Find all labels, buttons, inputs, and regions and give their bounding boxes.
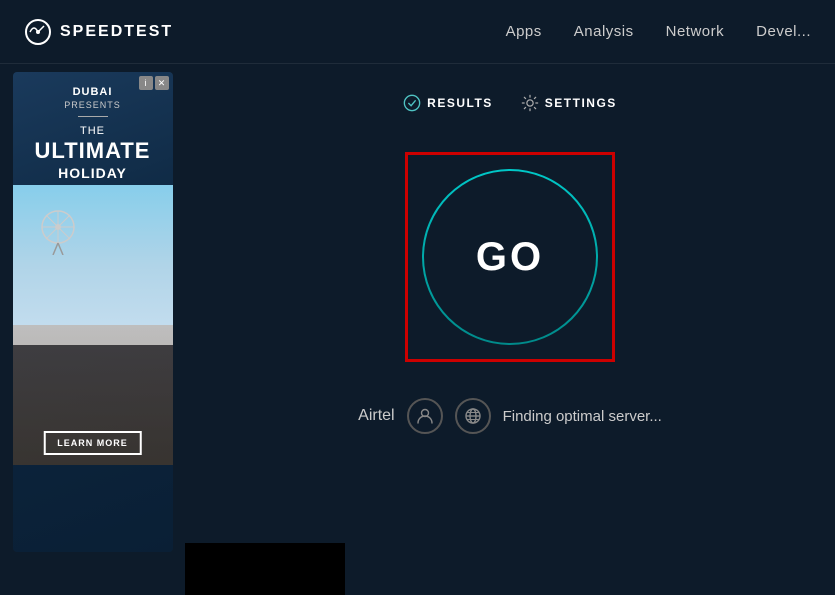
settings-tab[interactable]: SETTINGS xyxy=(521,94,617,112)
logo-text: SPEEDTEST xyxy=(60,23,173,41)
person-icon xyxy=(416,407,434,425)
main-content: i ✕ DUBAI PRESENTS THE ULTIMATE HOLIDAY xyxy=(0,64,835,595)
ad-badge: i ✕ xyxy=(139,76,169,90)
nav-apps[interactable]: Apps xyxy=(506,23,542,40)
ad-divider xyxy=(78,116,108,117)
speedtest-main: RESULTS SETTINGS GO Airtel xyxy=(185,64,835,595)
ad-headline2: HOLIDAY xyxy=(25,165,161,181)
go-button-outline: GO xyxy=(405,152,615,362)
globe-icon[interactable] xyxy=(455,398,491,434)
ferris-wheel-icon xyxy=(33,205,83,255)
results-tab-label: RESULTS xyxy=(427,96,493,110)
ad-learn-more-button[interactable]: LEARN MORE xyxy=(43,431,142,455)
settings-tab-label: SETTINGS xyxy=(545,96,617,110)
nav-analysis[interactable]: Analysis xyxy=(574,23,634,40)
user-icon[interactable] xyxy=(407,398,443,434)
nav-network[interactable]: Network xyxy=(666,23,725,40)
ad-info-icon[interactable]: i xyxy=(139,76,153,90)
ad-banner[interactable]: i ✕ DUBAI PRESENTS THE ULTIMATE HOLIDAY xyxy=(13,72,173,552)
results-tab[interactable]: RESULTS xyxy=(403,94,493,112)
logo: SPEEDTEST xyxy=(24,18,173,46)
status-text: Finding optimal server... xyxy=(503,408,662,425)
globe-icon-svg xyxy=(464,407,482,425)
ad-headline1: ULTIMATE xyxy=(25,139,161,163)
go-button[interactable]: GO xyxy=(422,169,598,345)
status-bar: Airtel Finding optimal server... xyxy=(358,398,662,434)
ad-image: LEARN MORE xyxy=(13,185,173,465)
ad-close-icon[interactable]: ✕ xyxy=(155,76,169,90)
nav-develop[interactable]: Devel... xyxy=(756,23,811,40)
ad-sidebar: i ✕ DUBAI PRESENTS THE ULTIMATE HOLIDAY xyxy=(0,64,185,595)
ad-presents: PRESENTS xyxy=(25,100,161,110)
header: SPEEDTEST Apps Analysis Network Devel... xyxy=(0,0,835,64)
go-button-wrapper: GO xyxy=(405,152,615,362)
speedtest-logo-icon xyxy=(24,18,52,46)
gear-icon xyxy=(521,94,539,112)
go-label: GO xyxy=(476,235,544,280)
tabs: RESULTS SETTINGS xyxy=(403,94,617,112)
checkmark-circle-icon xyxy=(403,94,421,112)
ad-the: THE xyxy=(25,125,161,137)
nav-menu: Apps Analysis Network Devel... xyxy=(506,23,811,40)
provider-name: Airtel xyxy=(358,407,394,425)
bottom-black-bar xyxy=(185,543,345,595)
